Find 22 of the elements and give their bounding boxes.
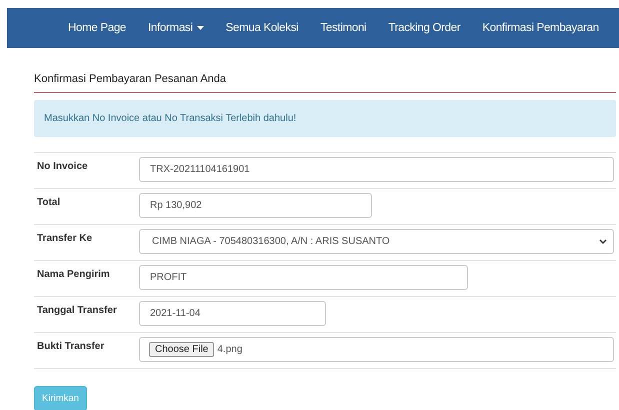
field-label: Transfer Ke — [36, 232, 94, 244]
nav-link[interactable]: Informasi — [137, 22, 215, 34]
nav-link[interactable]: Semua Koleksi — [214, 22, 310, 34]
field-label: Total — [36, 196, 62, 208]
choose-file-button[interactable]: Choose File — [149, 342, 214, 357]
field-label: Nama Pengirim — [36, 268, 111, 280]
nav-link[interactable]: Home Page — [57, 22, 138, 34]
nav-link[interactable]: Konfirmasi Pembayaran — [471, 22, 610, 34]
field-label: Bukti Transfer — [36, 340, 106, 352]
nav-link[interactable]: Tracking Order — [377, 22, 472, 34]
info-alert: Masukkan No Invoice atau No Transaksi Terlebih dahulu! — [34, 100, 616, 137]
chevron-down-icon — [599, 239, 607, 244]
field-label: Tanggal Transfer — [36, 304, 118, 316]
input-field[interactable]: Rp 130,902 — [139, 193, 372, 218]
input-field[interactable]: PROFIT — [139, 265, 468, 290]
field-label: No Invoice — [36, 160, 89, 172]
file-name: 4.png — [217, 344, 242, 355]
input-field[interactable]: TRX-20211104161901 — [139, 157, 614, 182]
select-field[interactable]: CIMB NIAGA - 705480316300, A/N : ARIS SUSANTO — [139, 229, 614, 254]
input-field[interactable]: 2021-11-04 — [139, 301, 326, 326]
nav-link[interactable]: Testimoni — [309, 22, 378, 34]
page-heading: Konfirmasi Pembayaran Pesanan Anda — [34, 73, 616, 93]
